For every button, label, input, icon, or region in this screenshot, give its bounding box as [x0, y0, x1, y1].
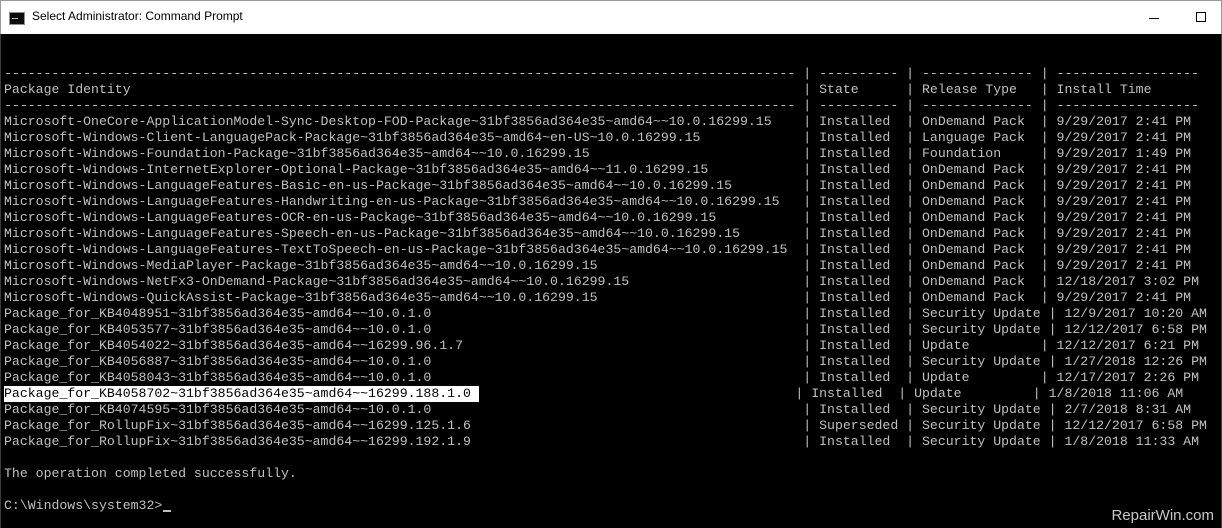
- command-prompt-icon: [9, 12, 25, 25]
- table-separator: ----------------------------------------…: [4, 98, 1199, 113]
- console-output[interactable]: ----------------------------------------…: [0, 34, 1222, 528]
- minimize-button[interactable]: [1131, 1, 1177, 34]
- maximize-button[interactable]: [1177, 1, 1222, 34]
- table-row: Microsoft-Windows-LanguageFeatures-OCR-e…: [4, 210, 1192, 225]
- table-row: Microsoft-Windows-Client-LanguagePack-Pa…: [4, 130, 1192, 145]
- table-row: Microsoft-Windows-InternetExplorer-Optio…: [4, 162, 1192, 177]
- table-row: Package_for_RollupFix~31bf3856ad364e35~a…: [4, 418, 1207, 433]
- table-row: Microsoft-Windows-QuickAssist-Package~31…: [4, 290, 1192, 305]
- table-row: Microsoft-Windows-LanguageFeatures-Speec…: [4, 226, 1192, 241]
- table-row: Package_for_KB4074595~31bf3856ad364e35~a…: [4, 402, 1192, 417]
- table-row: Package_for_KB4056887~31bf3856ad364e35~a…: [4, 354, 1207, 369]
- table-row: Package_for_KB4053577~31bf3856ad364e35~a…: [4, 322, 1207, 337]
- prompt-path: C:\Windows\system32>: [4, 498, 163, 513]
- table-row: Package_for_KB4048951~31bf3856ad364e35~a…: [4, 306, 1207, 321]
- table-row: Microsoft-OneCore-ApplicationModel-Sync-…: [4, 114, 1192, 129]
- table-row: Package_for_KB4058043~31bf3856ad364e35~a…: [4, 370, 1199, 385]
- table-separator: ----------------------------------------…: [4, 66, 1199, 81]
- command-prompt-line[interactable]: C:\Windows\system32>: [4, 498, 172, 514]
- watermark: RepairWin.com: [1111, 507, 1214, 524]
- table-row: Microsoft-Windows-Foundation-Package~31b…: [4, 146, 1192, 161]
- table-row: Package_for_RollupFix~31bf3856ad364e35~a…: [4, 434, 1199, 449]
- text-cursor: [163, 510, 172, 512]
- table-row: Microsoft-Windows-LanguageFeatures-Handw…: [4, 194, 1192, 209]
- table-row: Microsoft-Windows-LanguageFeatures-TextT…: [4, 242, 1192, 257]
- table-row-rest: Package_for_KB4058702~31bf3856ad364e35~a…: [4, 386, 1183, 402]
- table-row: Microsoft-Windows-LanguageFeatures-Basic…: [4, 178, 1192, 193]
- table-row: Microsoft-Windows-NetFx3-OnDemand-Packag…: [4, 274, 1199, 289]
- table-header: Package Identity | State | Release Type …: [4, 82, 1152, 97]
- table-row-cells: | Installed | Update | 1/8/2018 11:06 AM: [470, 386, 1184, 401]
- status-message: The operation completed successfully.: [4, 466, 297, 481]
- title-bar[interactable]: Select Administrator: Command Prompt: [0, 0, 1222, 34]
- table-row: Package_for_KB4054022~31bf3856ad364e35~a…: [4, 338, 1199, 353]
- window-title: Select Administrator: Command Prompt: [32, 9, 243, 23]
- table-row: Microsoft-Windows-MediaPlayer-Package~31…: [4, 258, 1192, 273]
